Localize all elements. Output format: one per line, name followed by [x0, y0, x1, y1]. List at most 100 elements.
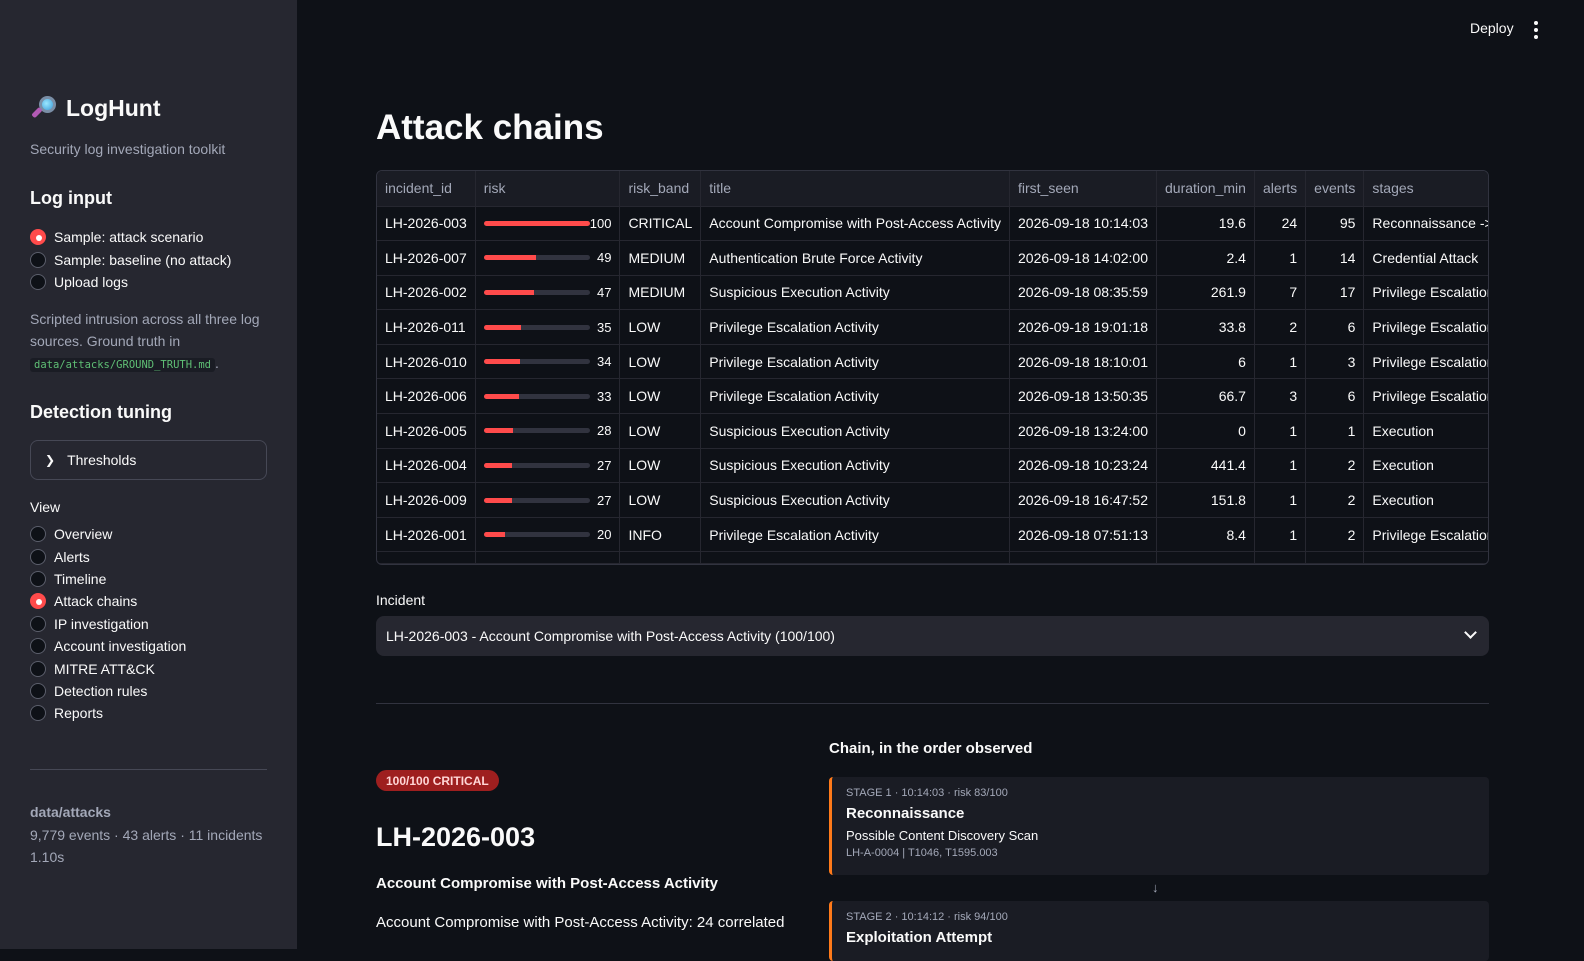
risk-value: 20: [596, 527, 612, 543]
cell-events: 1: [1305, 413, 1365, 449]
table-row[interactable]: LH-2026-011 35 LOW Privilege Escalation Act…: [377, 309, 1488, 345]
main-menu-icon[interactable]: [1528, 18, 1544, 42]
column-header[interactable]: risk_band: [619, 171, 702, 207]
cell-duration-min: 8.4: [1156, 517, 1255, 553]
risk-value: 27: [596, 492, 612, 508]
stage-meta: STAGE 2 · 10:14:12 · risk 94/100: [846, 911, 1008, 923]
thresholds-expander[interactable]: ❯ Thresholds: [30, 440, 267, 480]
table-row[interactable]: LH-2026-006 33 LOW Privilege Escalation Act…: [377, 378, 1488, 415]
deploy-button[interactable]: Deploy: [1462, 18, 1522, 38]
cell-incident-id: LH-2026-010: [377, 344, 476, 380]
cell-events: 95: [1305, 206, 1365, 242]
view-option[interactable]: Alerts: [30, 545, 186, 567]
cell-duration-min: 6: [1156, 344, 1255, 380]
cell-stages: Privilege Escalation: [1363, 309, 1488, 345]
view-option[interactable]: Reports: [30, 702, 186, 724]
column-header[interactable]: alerts: [1254, 171, 1307, 207]
radio-button[interactable]: [30, 273, 46, 290]
view-option[interactable]: Account investigation: [30, 635, 186, 657]
log-input-option-label: Upload logs: [54, 273, 128, 290]
cell-title: Suspicious Execution Activity: [700, 448, 1010, 484]
view-option[interactable]: Overview: [30, 523, 186, 545]
view-option[interactable]: IP investigation: [30, 613, 186, 635]
risk-bar-fill: [483, 428, 514, 434]
table-row[interactable]: LH-2026-003 100 CRITICAL Account Compromise…: [377, 206, 1488, 242]
cell-events: 3: [1305, 344, 1365, 380]
cell-risk-band: MEDIUM: [619, 275, 702, 311]
cell-first-seen: 2026-09-18 08:35:59: [1009, 275, 1157, 311]
view-option[interactable]: Timeline: [30, 568, 186, 590]
view-option[interactable]: Detection rules: [30, 680, 186, 702]
radio-button[interactable]: [30, 593, 46, 610]
log-input-option[interactable]: Upload logs: [30, 271, 231, 293]
radio-button[interactable]: [30, 548, 46, 565]
cell-duration-min: 66.7: [1156, 378, 1255, 415]
cell-first-seen: 2026-09-18 19:01:18: [1009, 309, 1157, 345]
column-header[interactable]: first_seen: [1009, 171, 1157, 207]
stage-meta: STAGE 1 · 10:14:03 · risk 83/100: [846, 787, 1008, 799]
cell-first-seen: 2026-09-18 07:51:13: [1009, 517, 1157, 553]
radio-button[interactable]: [30, 638, 46, 655]
cell-risk: 27: [475, 448, 621, 484]
column-header[interactable]: events: [1305, 171, 1365, 207]
column-header[interactable]: risk: [475, 171, 621, 207]
view-option[interactable]: Attack chains: [30, 590, 186, 612]
cell-incident-id: LH-2026-002: [377, 275, 476, 311]
stage-name: Exploitation Attempt: [846, 929, 993, 946]
radio-button[interactable]: [30, 660, 46, 677]
stage-card: STAGE 1 · 10:14:03 · risk 83/100 Reconna…: [829, 777, 1489, 875]
table-row[interactable]: LH-2026-009 27 LOW Suspicious Execution Act…: [377, 482, 1488, 518]
radio-button[interactable]: [30, 229, 46, 246]
radio-button[interactable]: [30, 615, 46, 632]
table-row[interactable]: LH-2026-004 27 LOW Suspicious Execution Act…: [377, 448, 1488, 484]
log-input-option[interactable]: Sample: attack scenario: [30, 226, 231, 248]
view-radio-group: Overview Alerts Timeline Attack chains IP in…: [30, 523, 186, 725]
column-header[interactable]: stages: [1363, 171, 1488, 207]
log-input-title: Log input: [30, 188, 112, 208]
table-row[interactable]: LH-2026-001 20 INFO Privilege Escalation Ac…: [377, 517, 1488, 553]
cell-alerts: 1: [1254, 413, 1307, 449]
cell-first-seen: 2026-09-18 13:50:35: [1009, 378, 1157, 415]
cell-risk: 35: [475, 309, 621, 345]
view-option[interactable]: MITRE ATT&CK: [30, 657, 186, 679]
incidents-table[interactable]: incident_id risk risk_band title first_seen d…: [376, 170, 1489, 565]
footer-stats: 9,779 events · 43 alerts · 11 incidents: [30, 827, 263, 843]
cell-title: Privilege Escalation Activity: [700, 344, 1010, 380]
radio-button[interactable]: [30, 570, 46, 587]
column-header[interactable]: title: [700, 171, 1010, 207]
risk-bar-fill: [483, 220, 590, 226]
column-header[interactable]: duration_min: [1156, 171, 1255, 207]
cell-stages: Privilege Escalation: [1363, 344, 1488, 380]
radio-button[interactable]: [30, 251, 46, 268]
risk-bar: [483, 255, 590, 261]
column-header[interactable]: incident_id: [377, 171, 476, 207]
stage-alert: Possible Content Discovery Scan: [846, 828, 1039, 843]
incident-label: Incident: [376, 592, 426, 608]
radio-button[interactable]: [30, 682, 46, 699]
cell-risk: 47: [475, 275, 621, 311]
cell-first-seen: 2026-09-18 13:24:00: [1009, 413, 1157, 449]
risk-bar: [483, 289, 590, 295]
cell-alerts: 1: [1254, 448, 1307, 484]
cell-stages: Credential Attack: [1363, 240, 1488, 276]
table-row[interactable]: LH-2026-005 28 LOW Suspicious Execution Act…: [377, 413, 1488, 449]
cell-risk: 28: [475, 413, 621, 449]
radio-button[interactable]: [30, 526, 46, 543]
table-row[interactable]: LH-2026-002 47 MEDIUM Suspicious Execution …: [377, 275, 1488, 311]
cell-title: Suspicious Execution Activity: [700, 413, 1010, 449]
cell-risk: 34: [475, 344, 621, 380]
radio-button[interactable]: [30, 705, 46, 722]
app-title: LogHunt: [66, 94, 161, 121]
table-row[interactable]: LH-2026-007 49 MEDIUM Authentication Brute …: [377, 240, 1488, 276]
table-row[interactable]: LH-2026-010 34 LOW Privilege Escalation Act…: [377, 344, 1488, 380]
view-option-label: Account investigation: [54, 638, 187, 655]
cell-alerts: 1: [1254, 240, 1307, 276]
incident-select[interactable]: LH-2026-003 - Account Compromise with Po…: [376, 616, 1489, 656]
chevron-right-icon: ❯: [45, 453, 56, 467]
cell-risk: 33: [475, 378, 621, 415]
risk-bar: [483, 428, 590, 434]
cell-stages: Execution: [1363, 448, 1488, 484]
view-option-label: Alerts: [54, 548, 90, 565]
log-input-option[interactable]: Sample: baseline (no attack): [30, 248, 231, 270]
cell-duration-min: 441.4: [1156, 448, 1255, 484]
